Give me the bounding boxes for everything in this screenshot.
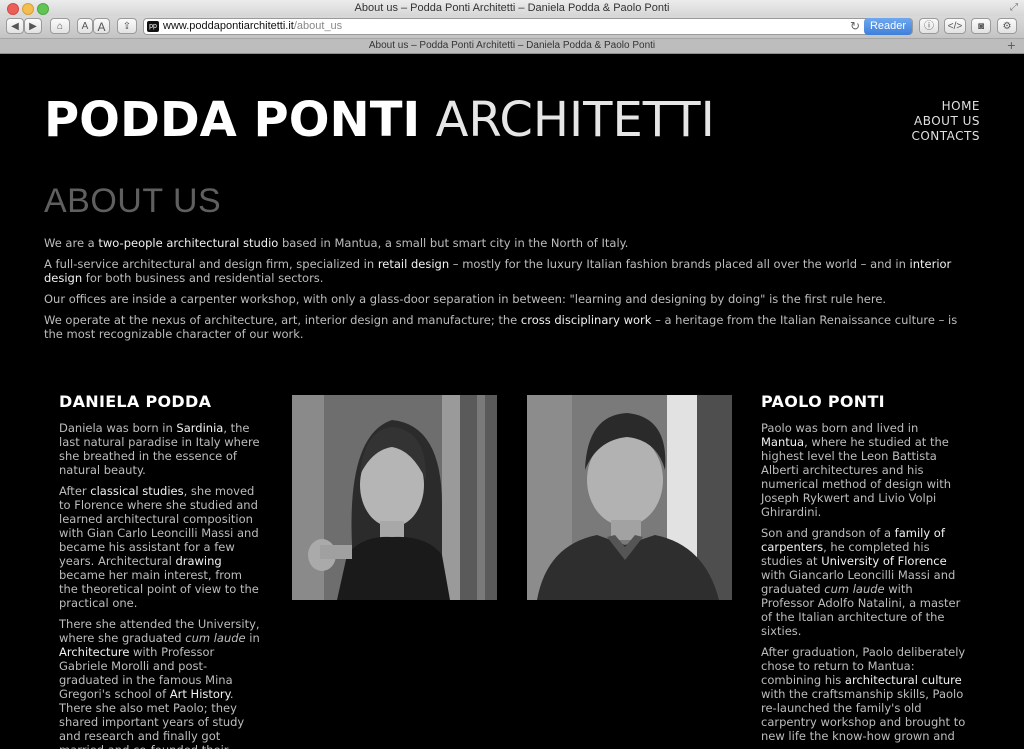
bio-paragraph: Paolo was born and lived in Mantua, wher… (761, 421, 952, 519)
highlight-text: two-people architectural studio (98, 236, 279, 250)
back-arrow-icon: ◀ (11, 21, 19, 32)
highlight-text: cross disciplinary work (520, 313, 652, 327)
intro-paragraph-4: We operate at the nexus of architecture,… (44, 313, 958, 341)
text-smaller-button[interactable]: A (77, 18, 93, 34)
logo-light-text: ARCHITETTI (435, 92, 715, 148)
new-tab-icon[interactable]: + (1007, 39, 1016, 52)
daniela-photo (292, 395, 497, 600)
forward-button[interactable]: ▶ (24, 18, 42, 34)
font-large-icon: A (97, 20, 106, 34)
share-icon: ⇪ (122, 21, 132, 32)
browser-toolbar: ◀ ▶ ⌂ A A ⇪ pp www.poddapontiarchitetti.… (0, 16, 1024, 38)
bio-paragraph: Son and grandson of a family of carpente… (761, 526, 961, 638)
paolo-photo (527, 395, 732, 600)
url-text[interactable]: www.poddapontiarchitetti.it/about_us (163, 20, 342, 32)
page-content: PODDA PONTI ARCHITETTI HOME ABOUT US CON… (0, 54, 1024, 749)
screenshot-button[interactable]: ◙ (971, 18, 991, 34)
window-title: About us – Podda Ponti Architetti – Dani… (354, 2, 670, 14)
bio-paragraph: After classical studies, she moved to Fl… (59, 484, 259, 610)
back-button[interactable]: ◀ (6, 18, 24, 34)
window-titlebar: About us – Podda Ponti Architetti – Dani… (0, 0, 1024, 16)
site-logo[interactable]: PODDA PONTI ARCHITETTI (44, 92, 715, 148)
highlight-text: retail design (377, 257, 450, 271)
intro-paragraph-3: Our offices are inside a carpenter works… (44, 292, 887, 306)
text-bigger-button[interactable]: A (93, 18, 110, 34)
daniela-bio: Daniela was born in Sardinia, the last n… (59, 421, 264, 749)
develop-button[interactable]: </> (944, 18, 966, 34)
info-circle-icon: ⓘ (924, 21, 934, 32)
share-button[interactable]: ⇪ (117, 18, 137, 34)
url-domain: www.poddapontiarchitetti.it (163, 20, 294, 32)
gear-icon: ⚙ (1002, 21, 1012, 32)
intro-paragraph-1: We are a two-people architectural studio… (44, 236, 629, 250)
nav-home-link[interactable]: HOME (911, 99, 980, 114)
camera-icon: ◙ (977, 21, 985, 32)
nav-about-link[interactable]: ABOUT US (911, 114, 980, 129)
tab-bar: About us – Podda Ponti Architetti – Dani… (0, 38, 1024, 54)
forward-arrow-icon: ▶ (29, 21, 37, 32)
bio-paragraph: Daniela was born in Sardinia, the last n… (59, 421, 260, 477)
privacy-button[interactable]: ⓘ (919, 18, 939, 34)
paolo-bio: Paolo was born and lived in Mantua, wher… (761, 421, 966, 749)
fullscreen-icon[interactable]: ⤢ (1010, 2, 1018, 13)
code-icon: </> (947, 21, 963, 32)
home-icon: ⌂ (56, 21, 64, 32)
bio-paragraph: After graduation, Paolo deliberately cho… (761, 645, 966, 743)
page-title: ABOUT US (44, 182, 222, 220)
extension-button[interactable]: ⚙ (997, 18, 1017, 34)
nav-contacts-link[interactable]: CONTACTS (911, 129, 980, 144)
intro-section: We are a two-people architectural studio… (44, 236, 974, 348)
logo-bold-text: PODDA PONTI (44, 92, 421, 148)
active-tab[interactable]: About us – Podda Ponti Architetti – Dani… (0, 40, 1024, 51)
daniela-name-heading: DANIELA PODDA (59, 392, 212, 411)
font-small-icon: A (81, 21, 89, 32)
paolo-name-heading: PAOLO PONTI (761, 392, 885, 411)
intro-paragraph-2: A full-service architectural and design … (44, 257, 952, 285)
reload-icon[interactable]: ↻ (850, 19, 860, 33)
address-bar[interactable]: pp www.poddapontiarchitetti.it/about_us … (143, 18, 913, 35)
bio-paragraph: There she attended the University, where… (59, 617, 260, 749)
site-favicon-icon: pp (147, 21, 159, 32)
url-path: /about_us (293, 20, 343, 32)
main-nav: HOME ABOUT US CONTACTS (911, 99, 980, 144)
reader-button[interactable]: Reader (864, 18, 912, 35)
home-button[interactable]: ⌂ (50, 18, 70, 34)
